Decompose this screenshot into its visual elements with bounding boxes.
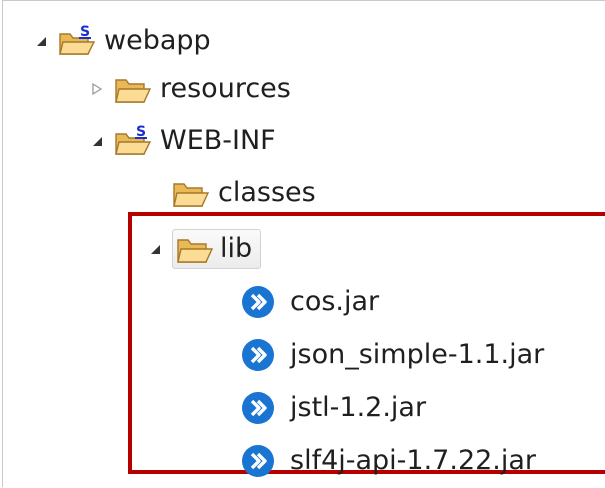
jar-icon — [240, 284, 276, 320]
expanded-arrow-icon[interactable] — [144, 238, 166, 260]
tree-item-json-simple-jar[interactable]: json_simple-1.1.jar — [240, 328, 544, 382]
jar-icon — [240, 443, 276, 479]
jar-icon — [240, 337, 276, 373]
tree-item-resources[interactable]: resources — [86, 62, 291, 116]
folder-icon — [172, 176, 210, 210]
tree-item-web-inf[interactable]: S WEB-INF — [86, 114, 276, 168]
tree-item-label: webapp — [104, 25, 211, 56]
expanded-arrow-icon[interactable] — [86, 130, 108, 152]
tree-item-cos-jar[interactable]: cos.jar — [240, 275, 379, 329]
folder-icon — [114, 72, 152, 106]
folder-icon — [176, 232, 214, 266]
tree-item-label: jstl-1.2.jar — [290, 392, 427, 423]
tree-item-label: slf4j-api-1.7.22.jar — [290, 445, 537, 476]
source-folder-icon: S — [58, 24, 96, 58]
tree-item-label: classes — [218, 177, 316, 208]
selected-item[interactable]: lib — [172, 229, 262, 269]
source-folder-icon: S — [114, 124, 152, 158]
tree-item-label: cos.jar — [290, 286, 380, 317]
tree-item-label: lib — [220, 233, 253, 264]
tree-item-label: WEB-INF — [160, 125, 276, 156]
tree-item-jstl-jar[interactable]: jstl-1.2.jar — [240, 381, 426, 435]
jar-icon — [240, 390, 276, 426]
tree-item-label: resources — [160, 73, 291, 104]
tree-item-label: json_simple-1.1.jar — [290, 339, 545, 370]
tree-item-webapp[interactable]: S webapp — [30, 14, 211, 68]
expanded-arrow-icon[interactable] — [30, 30, 52, 52]
tree-item-slf4j-jar[interactable]: slf4j-api-1.7.22.jar — [240, 434, 536, 488]
project-explorer-tree: S webapp resources S WEB-INF classes lib… — [0, 0, 605, 487]
tree-item-lib[interactable]: lib — [144, 222, 262, 276]
collapsed-arrow-icon[interactable] — [86, 78, 108, 100]
